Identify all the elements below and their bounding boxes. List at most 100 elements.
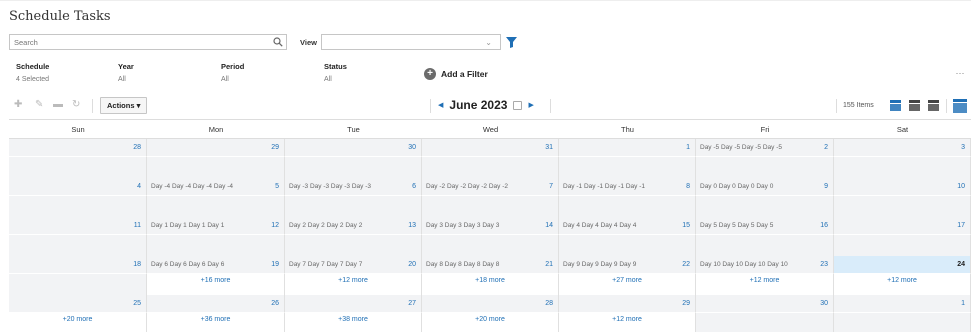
day-number[interactable]: 15 <box>682 222 690 229</box>
day-number[interactable]: 22 <box>682 261 690 268</box>
day-number[interactable]: 21 <box>545 261 553 268</box>
day-number[interactable]: 23 <box>820 261 828 268</box>
more-link[interactable]: +12 more <box>834 277 970 284</box>
search-field[interactable] <box>9 34 287 50</box>
day-number[interactable]: 28 <box>545 300 553 307</box>
task-event[interactable]: Day 5 Day 5 Day 5 Day 5 <box>700 222 773 229</box>
day-view-icon[interactable] <box>928 100 939 111</box>
task-event[interactable]: Day 6 Day 6 Day 6 Day 6 <box>151 261 224 268</box>
filter-schedule[interactable]: Schedule 4 Selected <box>16 62 49 83</box>
day-cell[interactable]: 30 <box>285 139 422 157</box>
actions-button[interactable]: Actions ▾ <box>100 97 148 114</box>
day-number[interactable]: 14 <box>545 222 553 229</box>
day-number[interactable]: 5 <box>275 183 279 190</box>
calendar-view-icon[interactable] <box>953 99 967 113</box>
day-number[interactable]: 18 <box>133 261 141 268</box>
day-number[interactable]: 24 <box>957 261 965 268</box>
day-cell[interactable]: 24 <box>834 256 971 274</box>
day-number[interactable]: 1 <box>686 144 690 151</box>
search-icon[interactable] <box>273 37 283 47</box>
task-event[interactable]: Day 7 Day 7 Day 7 Day 7 <box>289 261 362 268</box>
day-number[interactable]: 3 <box>961 144 965 151</box>
filter-year[interactable]: Year All <box>118 62 134 83</box>
day-number[interactable]: 29 <box>271 144 279 151</box>
task-event[interactable]: Day -1 Day -1 Day -1 Day -1 <box>563 183 645 190</box>
more-link[interactable]: +12 more <box>559 316 695 323</box>
filter-icon[interactable] <box>506 37 517 48</box>
day-number[interactable]: 19 <box>271 261 279 268</box>
view-select[interactable]: ⌄ <box>321 34 501 50</box>
more-link[interactable]: +38 more <box>285 316 421 323</box>
day-cell[interactable]: Day -1 Day -1 Day -1 Day -1 8 <box>559 178 696 196</box>
task-event[interactable]: Day -4 Day -4 Day -4 Day -4 <box>151 183 233 190</box>
day-number[interactable]: 16 <box>820 222 828 229</box>
task-event[interactable]: Day 1 Day 1 Day 1 Day 1 <box>151 222 224 229</box>
more-link[interactable]: +16 more <box>147 277 284 284</box>
day-cell[interactable]: Day 0 Day 0 Day 0 Day 0 9 <box>696 178 834 196</box>
day-number[interactable]: 8 <box>686 183 690 190</box>
task-event[interactable]: Day 9 Day 9 Day 9 Day 9 <box>563 261 636 268</box>
day-number[interactable]: 2 <box>824 144 828 151</box>
day-number[interactable]: 7 <box>549 183 553 190</box>
day-number[interactable]: 11 <box>134 222 141 229</box>
task-event[interactable]: Day 3 Day 3 Day 3 Day 3 <box>426 222 499 229</box>
day-cell[interactable]: 1 <box>559 139 696 157</box>
day-cell[interactable]: 28 <box>422 295 559 313</box>
task-event[interactable]: Day 4 Day 4 Day 4 Day 4 <box>563 222 636 229</box>
day-cell[interactable]: 4 <box>9 178 147 196</box>
day-cell[interactable]: 28 <box>9 139 147 157</box>
day-cell[interactable]: 31 <box>422 139 559 157</box>
more-link[interactable]: +20 more <box>9 316 146 323</box>
day-cell[interactable]: 10 <box>834 178 971 196</box>
day-number[interactable]: 31 <box>545 144 553 151</box>
day-number[interactable]: 10 <box>957 183 965 190</box>
day-cell[interactable]: 27 <box>285 295 422 313</box>
day-cell[interactable]: Day 10 Day 10 Day 10 Day 10 23 <box>696 256 834 274</box>
more-link[interactable]: +36 more <box>147 316 284 323</box>
day-cell[interactable]: Day -3 Day -3 Day -3 Day -3 6 <box>285 178 422 196</box>
next-month-icon[interactable]: ▶ <box>528 101 533 109</box>
more-link[interactable]: +20 more <box>422 316 558 323</box>
day-cell[interactable]: Day 8 Day 8 Day 8 Day 8 21 <box>422 256 559 274</box>
task-event[interactable]: Day 8 Day 8 Day 8 Day 8 <box>426 261 499 268</box>
week-view-icon[interactable] <box>909 100 920 111</box>
day-number[interactable]: 26 <box>271 300 279 307</box>
edit-icon[interactable]: ✎ <box>35 99 43 110</box>
more-link[interactable]: +12 more <box>285 277 421 284</box>
day-cell[interactable]: 30 <box>696 295 834 313</box>
day-number[interactable]: 9 <box>824 183 828 190</box>
day-cell[interactable]: Day -5 Day -5 Day -5 Day -5 2 <box>696 139 834 157</box>
day-number[interactable]: 28 <box>133 144 141 151</box>
day-cell[interactable]: 29 <box>559 295 696 313</box>
task-event[interactable]: Day -3 Day -3 Day -3 Day -3 <box>289 183 371 190</box>
day-number[interactable]: 27 <box>408 300 416 307</box>
month-view-icon[interactable] <box>890 100 901 111</box>
day-number[interactable]: 12 <box>271 222 279 229</box>
day-cell[interactable]: Day 6 Day 6 Day 6 Day 6 19 <box>147 256 285 274</box>
day-number[interactable]: 30 <box>820 300 828 307</box>
day-number[interactable]: 20 <box>408 261 416 268</box>
add-filter-button[interactable]: + Add a Filter <box>424 68 488 80</box>
day-number[interactable]: 25 <box>133 300 141 307</box>
add-icon[interactable]: ✚ <box>14 99 22 110</box>
day-cell[interactable]: Day -4 Day -4 Day -4 Day -4 5 <box>147 178 285 196</box>
more-options-icon[interactable]: ⋯ <box>956 68 966 79</box>
day-cell[interactable]: Day 3 Day 3 Day 3 Day 3 14 <box>422 217 559 235</box>
day-number[interactable]: 17 <box>957 222 965 229</box>
day-cell[interactable]: 18 <box>9 256 147 274</box>
previous-month-icon[interactable]: ◀ <box>438 101 443 109</box>
day-cell[interactable]: 11 <box>9 217 147 235</box>
day-cell[interactable]: 25 <box>9 295 147 313</box>
day-number[interactable]: 29 <box>682 300 690 307</box>
task-event[interactable]: Day 10 Day 10 Day 10 Day 10 <box>700 261 788 268</box>
day-cell[interactable]: Day 7 Day 7 Day 7 Day 7 20 <box>285 256 422 274</box>
day-number[interactable]: 4 <box>137 183 141 190</box>
more-link[interactable]: +27 more <box>559 277 695 284</box>
search-input[interactable] <box>10 35 265 49</box>
more-link[interactable]: +12 more <box>696 277 833 284</box>
day-cell[interactable]: Day -2 Day -2 Day -2 Day -2 7 <box>422 178 559 196</box>
date-picker-icon[interactable] <box>513 100 523 110</box>
task-event[interactable]: Day -2 Day -2 Day -2 Day -2 <box>426 183 508 190</box>
day-cell[interactable]: 17 <box>834 217 971 235</box>
day-cell[interactable]: Day 5 Day 5 Day 5 Day 5 16 <box>696 217 834 235</box>
